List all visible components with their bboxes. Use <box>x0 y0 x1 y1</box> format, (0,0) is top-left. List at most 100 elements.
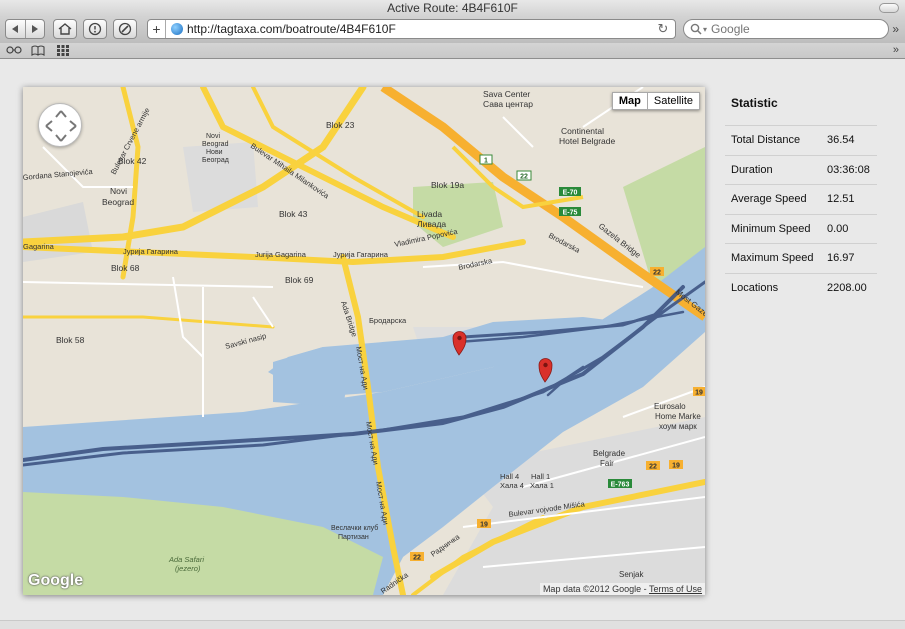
map-label: Blok 68 <box>111 263 140 273</box>
stat-row: Maximum Speed 16.97 <box>725 244 877 274</box>
route-map[interactable]: 1 22 E-70 E-75 22 19 E-763 19 22 22 19 S… <box>23 87 705 595</box>
map-label: Home Marke <box>655 412 701 421</box>
map-label: Belgrade <box>593 449 626 458</box>
map-label: Fair <box>600 459 614 468</box>
stat-value: 03:36:08 <box>827 163 870 176</box>
top-sites-grid-icon[interactable] <box>57 45 69 59</box>
map-label: Eurosalo <box>654 402 686 411</box>
map-label: Сава центар <box>483 99 533 109</box>
search-icon <box>690 23 702 35</box>
toolbar-overflow-icon[interactable]: » <box>892 22 899 36</box>
back-button[interactable] <box>6 20 25 38</box>
forward-button[interactable] <box>24 20 45 38</box>
map-label: Бродарска <box>369 316 407 325</box>
pan-control[interactable] <box>38 103 82 147</box>
stat-value: 2208.00 <box>827 282 867 295</box>
reload-icon[interactable]: ↻ <box>655 21 671 37</box>
history-button[interactable] <box>83 19 107 39</box>
map-label: Нови <box>206 149 223 156</box>
map-label: хоум марк <box>659 422 697 431</box>
attribution-separator: - <box>641 584 649 594</box>
map-label: (jezero) <box>175 564 201 573</box>
road-shield: 22 <box>653 270 661 277</box>
attribution-text: Map data ©2012 Google <box>542 584 642 594</box>
window-titlebar: Active Route: 4B4F610F <box>0 0 905 16</box>
map-attribution: Map data ©2012 Google - Terms of Use <box>539 583 705 595</box>
map-label: Jurija Gagarina <box>255 250 307 259</box>
toolbar-toggle-button[interactable] <box>879 3 899 13</box>
search-bar[interactable]: ▾ <box>683 19 889 39</box>
page-footer <box>0 620 905 629</box>
road-shield: E-75 <box>563 210 578 217</box>
map-label: Blok 23 <box>326 120 355 130</box>
statistic-panel: Statistic Total Distance 36.54 Duration 03:… <box>725 96 877 303</box>
history-icon <box>88 22 102 36</box>
map-label: Ливада <box>417 219 446 229</box>
map-label: Hall 1 <box>531 472 550 481</box>
stat-label: Duration <box>731 163 773 176</box>
page-content: 1 22 E-70 E-75 22 19 E-763 19 22 22 19 S… <box>0 60 905 629</box>
book-icon[interactable] <box>31 45 45 59</box>
stat-label: Maximum Speed <box>731 252 814 265</box>
tools-button[interactable] <box>113 19 137 39</box>
map-label: Јурија Гагарина <box>333 250 389 259</box>
road-shield: 19 <box>480 522 488 529</box>
map-type-control: Map Satellite <box>611 92 700 110</box>
map-label: Blok 43 <box>279 209 308 219</box>
map-label: Beograd <box>102 197 134 207</box>
map-label: Sava Center <box>483 89 530 99</box>
stat-value: 12.51 <box>827 193 855 206</box>
address-bar[interactable]: + http://tagtaxa.com/boatroute/4B4F610F … <box>147 19 676 39</box>
stat-row: Duration 03:36:08 <box>725 156 877 185</box>
map-type-satellite-button[interactable]: Satellite <box>647 92 700 110</box>
stat-label: Average Speed <box>731 193 807 206</box>
home-icon <box>58 23 72 35</box>
map-label: Senjak <box>619 570 644 579</box>
google-logo[interactable]: Google <box>28 572 83 590</box>
road-shield: 22 <box>413 555 421 562</box>
search-input[interactable] <box>711 22 872 36</box>
window-title: Active Route: 4B4F610F <box>387 1 518 15</box>
wrench-icon <box>118 22 132 36</box>
road-shield: 22 <box>520 174 528 181</box>
road-shield: 1 <box>484 158 488 165</box>
map-label: Blok 69 <box>285 275 314 285</box>
map-label: Livada <box>417 209 442 219</box>
map-label: Beograd <box>202 141 229 148</box>
bookmarks-overflow-icon[interactable]: » <box>893 44 899 56</box>
stat-value: 36.54 <box>827 134 855 147</box>
map-label: Hall 4 <box>500 472 519 481</box>
road-shield: E-763 <box>611 482 630 489</box>
stat-value: 16.97 <box>827 252 855 265</box>
back-arrow-icon <box>12 25 19 33</box>
road-shield: 19 <box>695 390 703 397</box>
chevron-down-icon: ▾ <box>703 24 708 34</box>
reader-icon[interactable] <box>6 45 22 58</box>
home-button[interactable] <box>53 19 77 39</box>
add-bookmark-button[interactable]: + <box>148 20 166 38</box>
map-type-map-button[interactable]: Map <box>611 92 648 110</box>
map-label: Београд <box>202 157 229 164</box>
map-label: Novi <box>110 186 127 196</box>
map-label: Ada Safari <box>168 555 204 564</box>
bookmarks-bar: » <box>0 43 905 59</box>
stat-row: Average Speed 12.51 <box>725 185 877 215</box>
map-label: Hotel Belgrade <box>559 136 616 146</box>
terms-of-use-link[interactable]: Terms of Use <box>649 584 702 594</box>
road-shield: 19 <box>672 463 680 470</box>
map-label: Хала 4 <box>500 481 524 490</box>
map-label: Continental <box>561 126 604 136</box>
url-text[interactable]: http://tagtaxa.com/boatroute/4B4F610F <box>187 22 655 36</box>
map-label: Blok 19a <box>431 180 464 190</box>
forward-arrow-icon <box>31 25 38 33</box>
stat-label: Minimum Speed <box>731 222 811 235</box>
stat-row: Minimum Speed 0.00 <box>725 215 877 244</box>
map-label: Хала 1 <box>530 481 554 490</box>
pan-arrows-icon <box>45 110 77 142</box>
globe-icon <box>171 23 183 35</box>
nav-buttons <box>5 19 45 39</box>
stat-row: Locations 2208.00 <box>725 274 877 304</box>
map-canvas[interactable]: 1 22 E-70 E-75 22 19 E-763 19 22 22 19 S… <box>23 87 705 595</box>
stat-row: Total Distance 36.54 <box>725 126 877 156</box>
map-label: Јурија Гагарина <box>123 247 179 256</box>
